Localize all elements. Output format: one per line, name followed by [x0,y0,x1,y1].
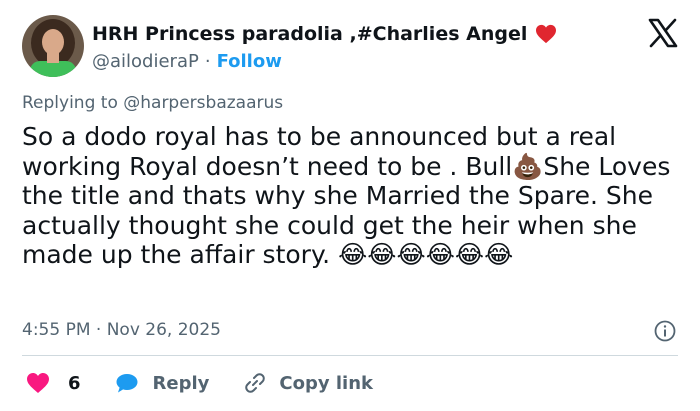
like-count: 6 [68,372,81,394]
copy-link-label: Copy link [279,372,373,394]
replying-to: Replying to @harpersbazaarus [22,93,283,113]
separator-dot: · [204,51,211,72]
chat-bubble-icon [116,374,138,393]
x-logo-icon[interactable] [648,18,678,48]
heart-icon [27,373,49,393]
tweet-header: HRH Princess paradolia ,#Charlies Angel … [92,20,557,72]
handle[interactable]: @ailodieraP [92,51,199,72]
avatar-image [22,15,84,77]
like-button[interactable]: 6 [26,372,81,394]
timestamp[interactable]: 4:55 PM · Nov 26, 2025 [22,320,221,340]
red-heart-icon [536,24,557,44]
divider [22,355,678,356]
replying-prefix: Replying to [22,93,118,113]
tweet-text: So a dodo royal has to be announced but … [22,122,679,269]
tweet-card: HRH Princess paradolia ,#Charlies Angel … [0,0,700,411]
display-name[interactable]: HRH Princess paradolia ,#Charlies Angel [92,23,527,45]
follow-button[interactable]: Follow [217,51,282,72]
reply-button[interactable]: Reply [115,372,210,394]
copy-link-button[interactable]: Copy link [243,371,373,395]
action-bar: 6 Reply Copy link [26,371,407,395]
link-icon [245,373,266,393]
replying-mention[interactable]: @harpersbazaarus [123,93,283,113]
reply-label: Reply [152,372,210,394]
info-icon[interactable] [654,320,676,342]
avatar[interactable] [22,15,84,77]
